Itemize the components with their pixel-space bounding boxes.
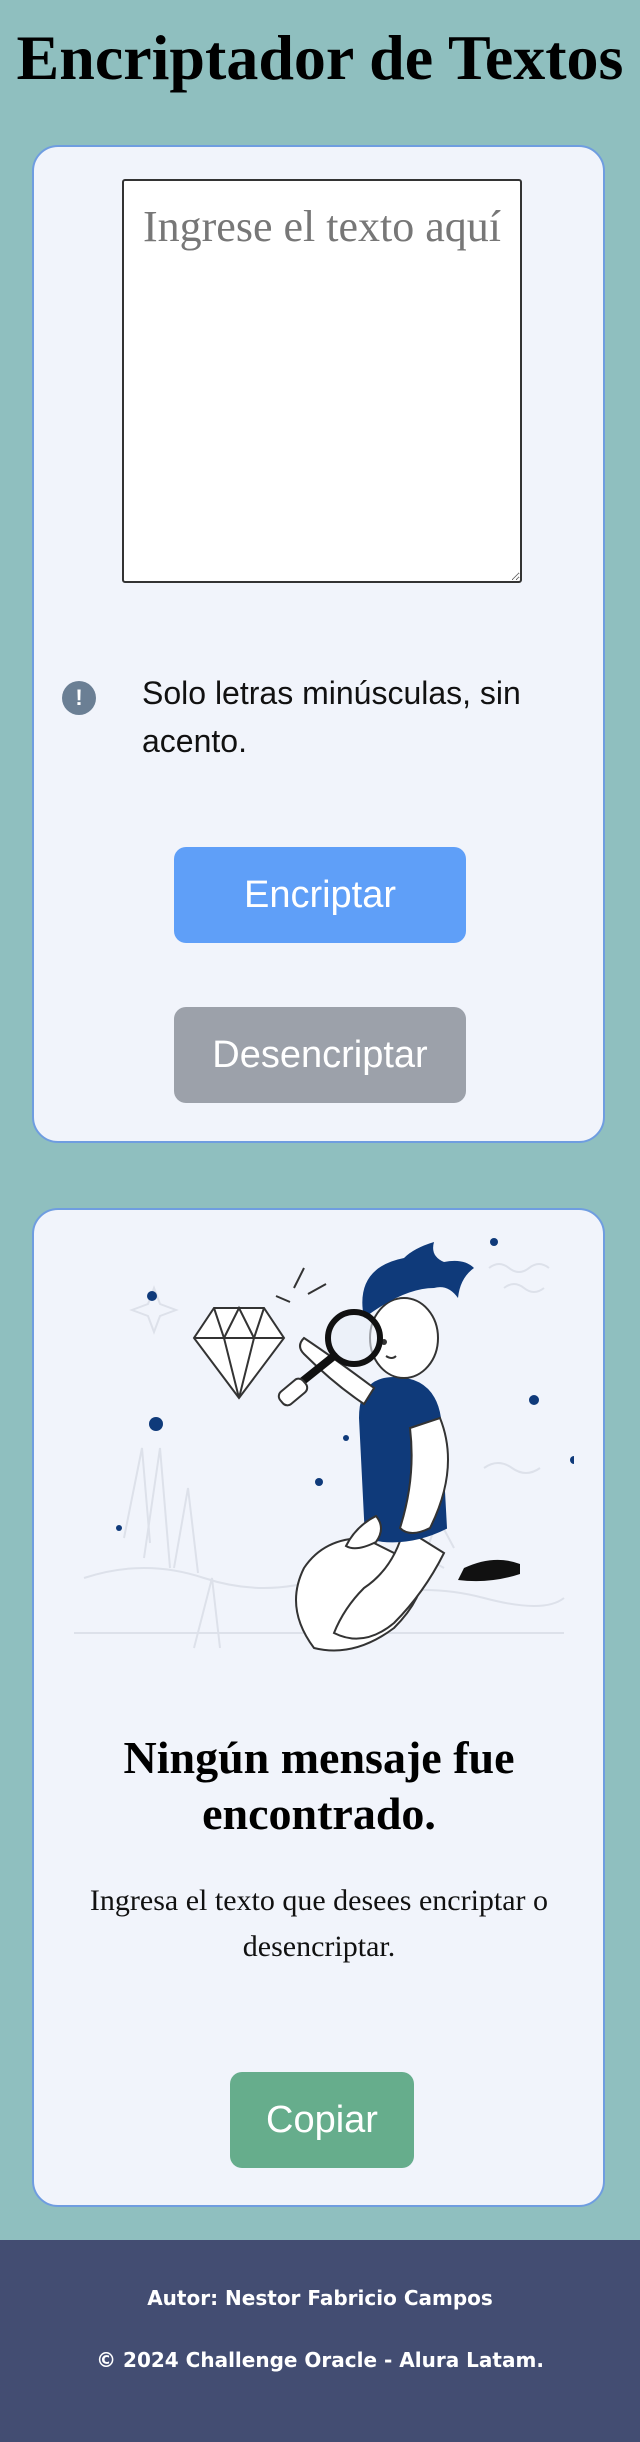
output-card: Ningún mensaje fue encontrado. Ingresa e… — [32, 1208, 605, 2207]
decrypt-button[interactable]: Desencriptar — [174, 1007, 466, 1103]
copy-button[interactable]: Copiar — [230, 2072, 414, 2168]
footer: Autor: Nestor Fabricio Campos © 2024 Cha… — [0, 2240, 640, 2442]
encrypt-button[interactable]: Encriptar — [174, 847, 466, 943]
footer-author: Autor: Nestor Fabricio Campos — [147, 2286, 493, 2310]
hint-text: Solo letras minúsculas, sin acento. — [142, 675, 521, 759]
empty-state-description: Ingresa el texto que desees encriptar o … — [89, 1884, 549, 1963]
footer-copyright: © 2024 Challenge Oracle - Alura Latam. — [96, 2348, 544, 2372]
input-card: ! Solo letras minúsculas, sin acento. En… — [32, 145, 605, 1143]
page-title: Encriptador de Textos — [16, 22, 624, 93]
empty-state-title: Ningún mensaje fue encontrado. — [123, 1732, 515, 1839]
text-input[interactable] — [122, 179, 522, 583]
exclamation-circle-icon: ! — [62, 681, 96, 715]
empty-state-illustration — [74, 1238, 574, 1652]
